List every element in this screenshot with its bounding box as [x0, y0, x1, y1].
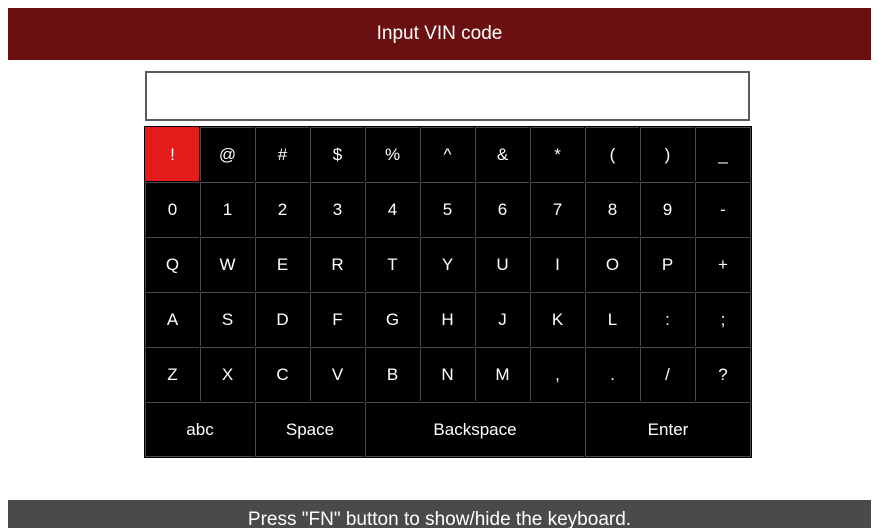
key-exclamation[interactable]: !: [144, 126, 201, 183]
key-hash[interactable]: #: [254, 126, 311, 183]
key-m[interactable]: M: [474, 346, 531, 403]
key-5[interactable]: 5: [419, 181, 476, 238]
key-o[interactable]: O: [584, 236, 641, 293]
key-x[interactable]: X: [199, 346, 256, 403]
key-ampersand[interactable]: &: [474, 126, 531, 183]
key-y[interactable]: Y: [419, 236, 476, 293]
key-asterisk[interactable]: *: [529, 126, 586, 183]
key-slash[interactable]: /: [639, 346, 696, 403]
status-bar: Press "FN" button to show/hide the keybo…: [8, 500, 871, 530]
key-c[interactable]: C: [254, 346, 311, 403]
key-j[interactable]: J: [474, 291, 531, 348]
key-2[interactable]: 2: [254, 181, 311, 238]
key-comma[interactable]: ,: [529, 346, 586, 403]
key-semicolon[interactable]: ;: [694, 291, 752, 348]
key-w[interactable]: W: [199, 236, 256, 293]
key-question[interactable]: ?: [694, 346, 752, 403]
key-left-paren[interactable]: (: [584, 126, 641, 183]
key-enter[interactable]: Enter: [584, 401, 752, 458]
key-3[interactable]: 3: [309, 181, 366, 238]
key-t[interactable]: T: [364, 236, 421, 293]
key-minus[interactable]: -: [694, 181, 752, 238]
key-u[interactable]: U: [474, 236, 531, 293]
key-abc[interactable]: abc: [144, 401, 256, 458]
vin-input-field[interactable]: [145, 71, 750, 121]
title-bar: Input VIN code: [8, 8, 871, 60]
key-7[interactable]: 7: [529, 181, 586, 238]
key-q[interactable]: Q: [144, 236, 201, 293]
key-g[interactable]: G: [364, 291, 421, 348]
key-r[interactable]: R: [309, 236, 366, 293]
key-6[interactable]: 6: [474, 181, 531, 238]
key-right-paren[interactable]: ): [639, 126, 696, 183]
key-9[interactable]: 9: [639, 181, 696, 238]
key-a[interactable]: A: [144, 291, 201, 348]
key-backspace[interactable]: Backspace: [364, 401, 586, 458]
key-colon[interactable]: :: [639, 291, 696, 348]
key-p[interactable]: P: [639, 236, 696, 293]
key-s[interactable]: S: [199, 291, 256, 348]
key-0[interactable]: 0: [144, 181, 201, 238]
key-percent[interactable]: %: [364, 126, 421, 183]
key-b[interactable]: B: [364, 346, 421, 403]
key-k[interactable]: K: [529, 291, 586, 348]
key-space[interactable]: Space: [254, 401, 366, 458]
key-z[interactable]: Z: [144, 346, 201, 403]
page-title: Input VIN code: [376, 23, 503, 44]
on-screen-keyboard: ! @ # $% ^ & *() _ 0 1 2 3 4 5 6 7 8 9- Q W E R T Y U I O P + A S D F G H J…: [144, 126, 752, 458]
key-1[interactable]: 1: [199, 181, 256, 238]
key-h[interactable]: H: [419, 291, 476, 348]
key-underscore[interactable]: _: [694, 126, 752, 183]
key-n[interactable]: N: [419, 346, 476, 403]
key-e[interactable]: E: [254, 236, 311, 293]
key-8[interactable]: 8: [584, 181, 641, 238]
key-4[interactable]: 4: [364, 181, 421, 238]
key-l[interactable]: L: [584, 291, 641, 348]
key-period[interactable]: .: [584, 346, 641, 403]
key-dollar[interactable]: $: [309, 126, 366, 183]
key-caret[interactable]: ^: [419, 126, 476, 183]
vin-input-screen: Input VIN code ! @ # $% ^ & *() _ 0 1 2 3 4 5 6 7 8 9- Q W E…: [0, 0, 879, 530]
key-f[interactable]: F: [309, 291, 366, 348]
key-d[interactable]: D: [254, 291, 311, 348]
key-at[interactable]: @: [199, 126, 256, 183]
key-i[interactable]: I: [529, 236, 586, 293]
key-plus[interactable]: +: [694, 236, 752, 293]
key-v[interactable]: V: [309, 346, 366, 403]
